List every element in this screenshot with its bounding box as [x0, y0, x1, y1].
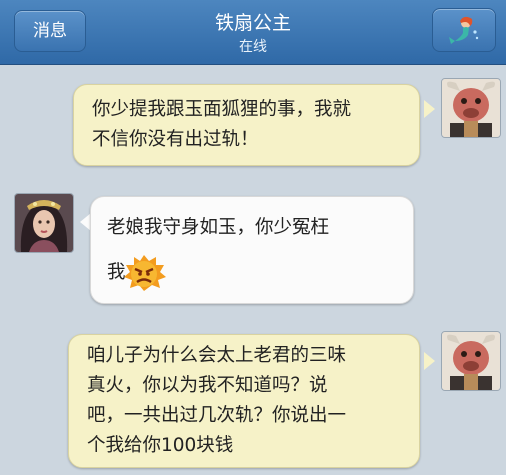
profile-button[interactable]	[432, 8, 496, 52]
contact-status: 在线	[239, 39, 267, 55]
angry-face-emoji	[123, 255, 166, 291]
avatar-contact[interactable]	[14, 193, 74, 253]
bubble-tail	[424, 352, 435, 370]
bubble-tail	[424, 100, 435, 118]
avatar-self[interactable]	[441, 331, 501, 391]
message-text: 你少提我跟玉面狐狸的事，我就 不信你没有出过轨！	[92, 99, 352, 150]
bull-demon-king-avatar-icon	[442, 332, 500, 390]
message-text: 老娘我守身如玉，你少冤枉	[107, 217, 330, 238]
mermaid-icon	[449, 16, 479, 44]
message-bubble-outgoing: 咱儿子为什么会太上老君的三味 真火，你以为我不知道吗？说 吧，一共出过几次轨？你…	[68, 334, 420, 468]
message-text: 咱儿子为什么会太上老君的三味 真火，你以为我不知道吗？说 吧，一共出过几次轨？你…	[87, 345, 347, 456]
chat-header: 消息 铁扇公主 在线	[0, 0, 506, 65]
message-bubble-outgoing: 你少提我跟玉面狐狸的事，我就 不信你没有出过轨！	[73, 84, 420, 166]
avatar-self[interactable]	[441, 78, 501, 138]
contact-name: 铁扇公主	[214, 12, 291, 34]
princess-iron-fan-avatar-icon	[15, 194, 73, 252]
bull-demon-king-avatar-icon	[442, 79, 500, 137]
emoji-line: 我	[107, 253, 166, 293]
message-bubble-incoming: 老娘我守身如玉，你少冤枉 我	[90, 196, 414, 304]
